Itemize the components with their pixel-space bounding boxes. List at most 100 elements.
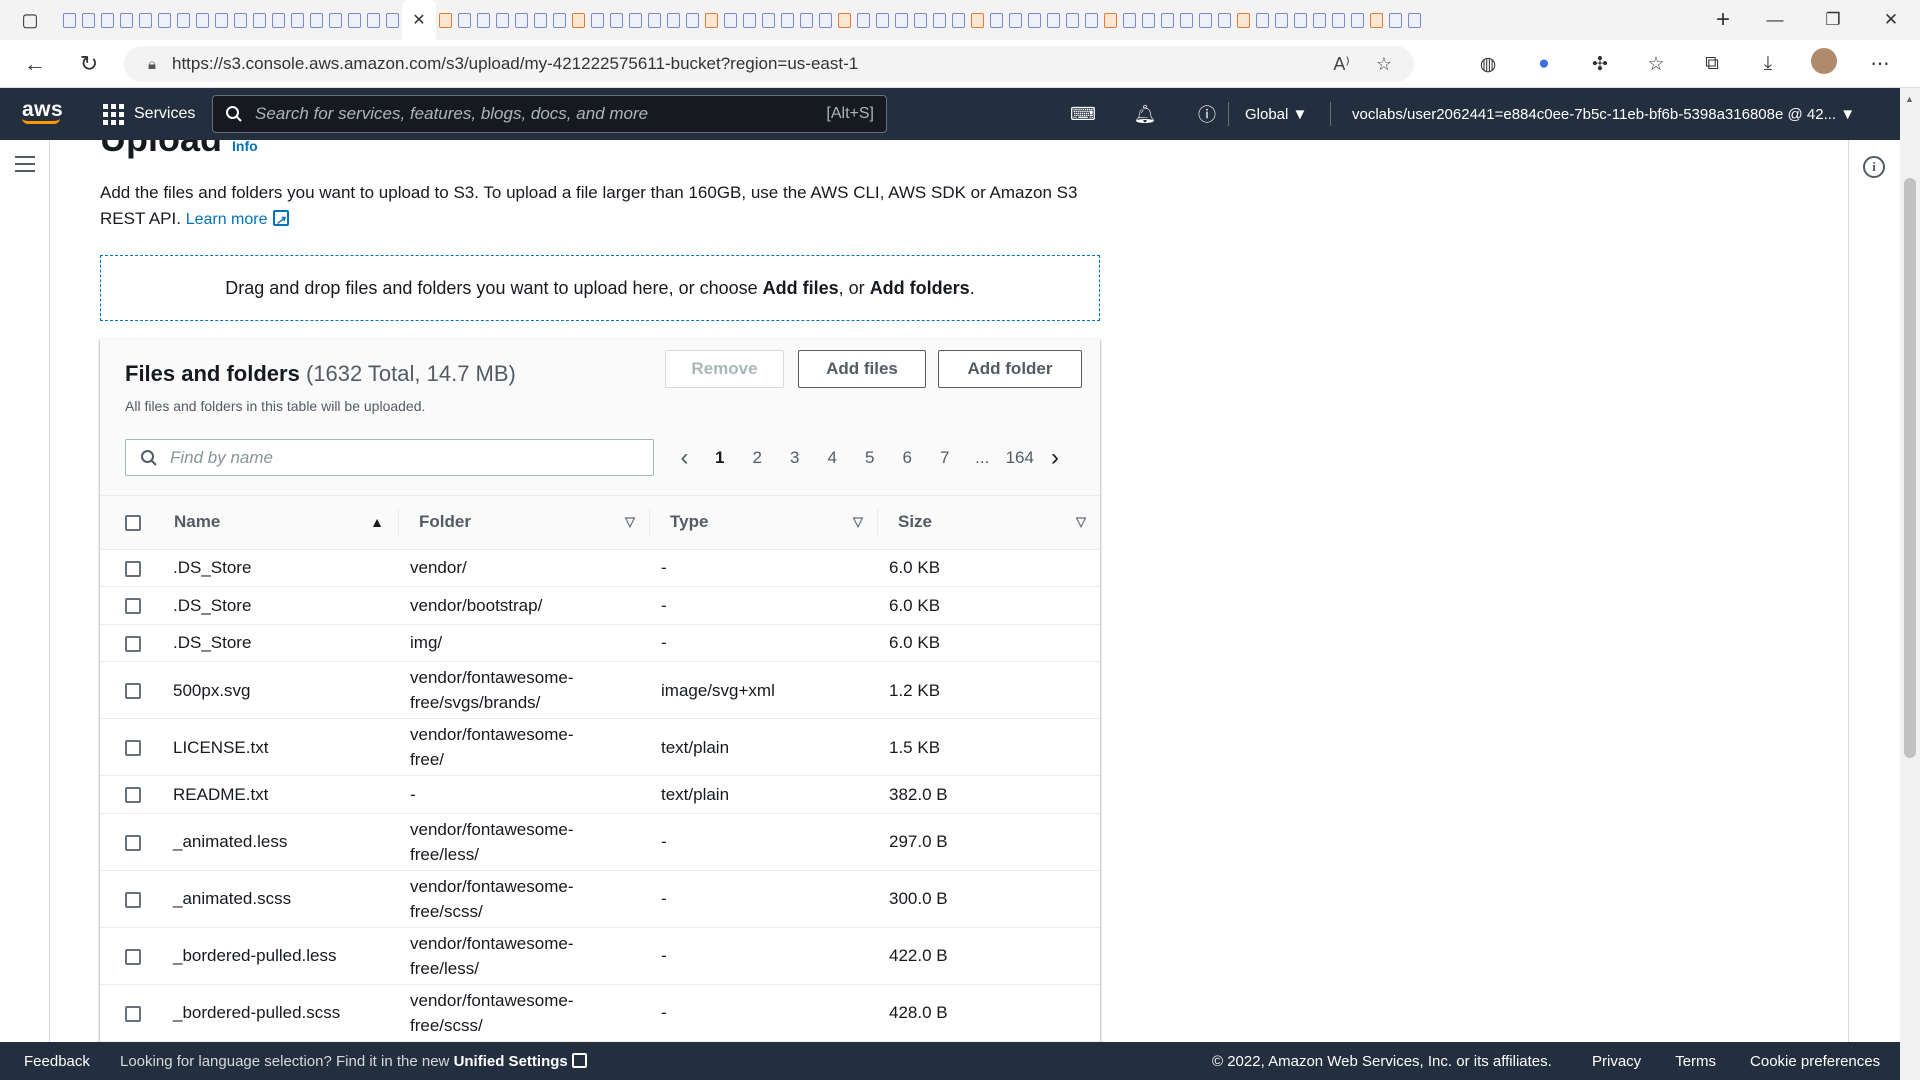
active-tab-close-icon[interactable]: ✕ [402, 0, 436, 40]
back-button[interactable]: ← [10, 40, 60, 88]
browser-tab[interactable] [664, 9, 683, 31]
table-row[interactable]: .DS_Store vendor/-6.0 KB [100, 549, 1100, 587]
url-field[interactable]: 🔒︎ https://s3.console.aws.amazon.com/s3/… [124, 46, 1414, 82]
browser-tab[interactable] [1329, 9, 1348, 31]
row-checkbox[interactable] [125, 560, 141, 577]
browser-tab[interactable] [512, 9, 531, 31]
collections-icon[interactable]: ⧉ [1684, 53, 1740, 75]
row-checkbox[interactable] [125, 891, 141, 908]
profile-avatar[interactable] [1796, 48, 1852, 80]
row-checkbox[interactable] [125, 740, 141, 757]
browser-tab[interactable] [1253, 9, 1272, 31]
learn-more-link[interactable]: Learn more [186, 207, 289, 233]
browser-tab[interactable] [60, 9, 79, 31]
browser-tab[interactable] [531, 9, 550, 31]
region-selector[interactable]: Global ▼ [1245, 88, 1307, 140]
browser-tab[interactable] [911, 9, 930, 31]
browser-tab[interactable] [968, 9, 987, 31]
downloads-icon[interactable]: ⤓ [1740, 53, 1796, 75]
browser-tab[interactable] [1177, 9, 1196, 31]
table-row[interactable]: _animated.less vendor/fontawesome-free/le… [100, 813, 1100, 871]
sort-icon[interactable]: ▽ [1076, 514, 1086, 530]
browser-tab[interactable] [1215, 9, 1234, 31]
prev-page-icon[interactable]: ‹ [668, 444, 701, 472]
browser-tab[interactable] [1234, 9, 1253, 31]
row-checkbox[interactable] [125, 948, 141, 965]
add-folder-button[interactable]: Add folder [938, 350, 1082, 388]
lock-icon[interactable]: 🔒︎ [148, 56, 156, 73]
browser-tab[interactable] [949, 9, 968, 31]
terms-link[interactable]: Terms [1675, 1053, 1716, 1070]
table-row[interactable]: README.txt - text/plain 382.0 B [100, 775, 1100, 814]
browser-tab[interactable] [231, 9, 250, 31]
browser-tab[interactable] [873, 9, 892, 31]
browser-tab[interactable] [1158, 9, 1177, 31]
table-row[interactable]: .DS_Store vendor/bootstrap/-6.0 KB [100, 586, 1100, 625]
browser-tab[interactable] [588, 9, 607, 31]
next-page-icon[interactable]: › [1039, 444, 1072, 472]
find-by-name-input[interactable]: Find by name [125, 439, 654, 476]
browser-tab[interactable] [854, 9, 873, 31]
browser-tab[interactable] [569, 9, 588, 31]
browser-tab[interactable] [835, 9, 854, 31]
browser-tab[interactable] [98, 9, 117, 31]
browser-tab[interactable] [174, 9, 193, 31]
feedback-link[interactable]: Feedback [24, 1053, 90, 1070]
browser-tab[interactable] [1063, 9, 1082, 31]
extensions-icon[interactable]: ✣ [1572, 53, 1628, 76]
new-tab-button[interactable]: + [1700, 6, 1746, 34]
services-menu-button[interactable]: Services [103, 88, 195, 140]
cookie-preferences-link[interactable]: Cookie preferences [1750, 1053, 1880, 1070]
info-link[interactable]: Info [232, 140, 258, 154]
browser-tab[interactable] [626, 9, 645, 31]
close-window-icon[interactable]: ✕ [1862, 0, 1920, 40]
browser-tab[interactable] [212, 9, 231, 31]
extension-icon[interactable]: ◍ [1460, 53, 1516, 76]
aws-logo[interactable]: aws [22, 98, 63, 124]
browser-tab[interactable] [155, 9, 174, 31]
browser-tab[interactable] [607, 9, 626, 31]
browser-tab[interactable] [1405, 9, 1424, 31]
upload-drop-zone[interactable]: Drag and drop files and folders you want… [100, 255, 1100, 321]
table-row[interactable]: .DS_Store img/-6.0 KB [100, 624, 1100, 662]
scrollbar-thumb[interactable] [1904, 178, 1916, 758]
read-aloud-icon[interactable]: A⁾ [1333, 54, 1349, 75]
page-button[interactable]: 164 [1001, 448, 1039, 468]
page-button[interactable]: 4 [814, 448, 852, 468]
browser-tab[interactable] [778, 9, 797, 31]
browser-tab[interactable] [1139, 9, 1158, 31]
browser-tab[interactable] [1367, 9, 1386, 31]
column-type[interactable]: Type ▽ [649, 496, 877, 550]
browser-tab[interactable] [193, 9, 212, 31]
scroll-up-icon[interactable]: ▲ [1905, 94, 1914, 104]
browser-tab[interactable] [1348, 9, 1367, 31]
select-all-checkbox[interactable] [125, 514, 141, 531]
row-checkbox[interactable] [125, 635, 141, 652]
browser-tab[interactable] [1386, 9, 1405, 31]
browser-tab[interactable] [1120, 9, 1139, 31]
row-checkbox[interactable] [125, 598, 141, 615]
browser-tab[interactable] [816, 9, 835, 31]
restore-icon[interactable]: ❐ [1804, 0, 1862, 40]
sort-icon[interactable]: ▽ [625, 514, 635, 530]
table-row[interactable]: LICENSE.txt vendor/fontawesome-free/text/… [100, 718, 1100, 776]
add-favorite-icon[interactable]: ☆ [1376, 54, 1392, 75]
browser-tab[interactable] [740, 9, 759, 31]
browser-tab[interactable] [326, 9, 345, 31]
table-row[interactable]: _animated.scss vendor/fontawesome-free/sc… [100, 870, 1100, 928]
browser-tab[interactable] [1101, 9, 1120, 31]
browser-tab[interactable] [307, 9, 326, 31]
browser-tab[interactable] [136, 9, 155, 31]
extension-blue-icon[interactable]: ● [1516, 53, 1572, 75]
page-button[interactable]: 1 [701, 448, 739, 468]
row-checkbox[interactable] [125, 683, 141, 700]
browser-tab[interactable] [364, 9, 383, 31]
sort-ascending-icon[interactable]: ▲ [370, 514, 384, 530]
browser-tab[interactable] [550, 9, 569, 31]
page-button[interactable]: 7 [926, 448, 964, 468]
browser-tab[interactable] [455, 9, 474, 31]
column-folder[interactable]: Folder ▽ [398, 496, 649, 550]
cloudshell-icon[interactable]: ⌨ [1052, 104, 1114, 125]
page-button[interactable]: 3 [776, 448, 814, 468]
favorites-icon[interactable]: ☆ [1628, 53, 1684, 76]
